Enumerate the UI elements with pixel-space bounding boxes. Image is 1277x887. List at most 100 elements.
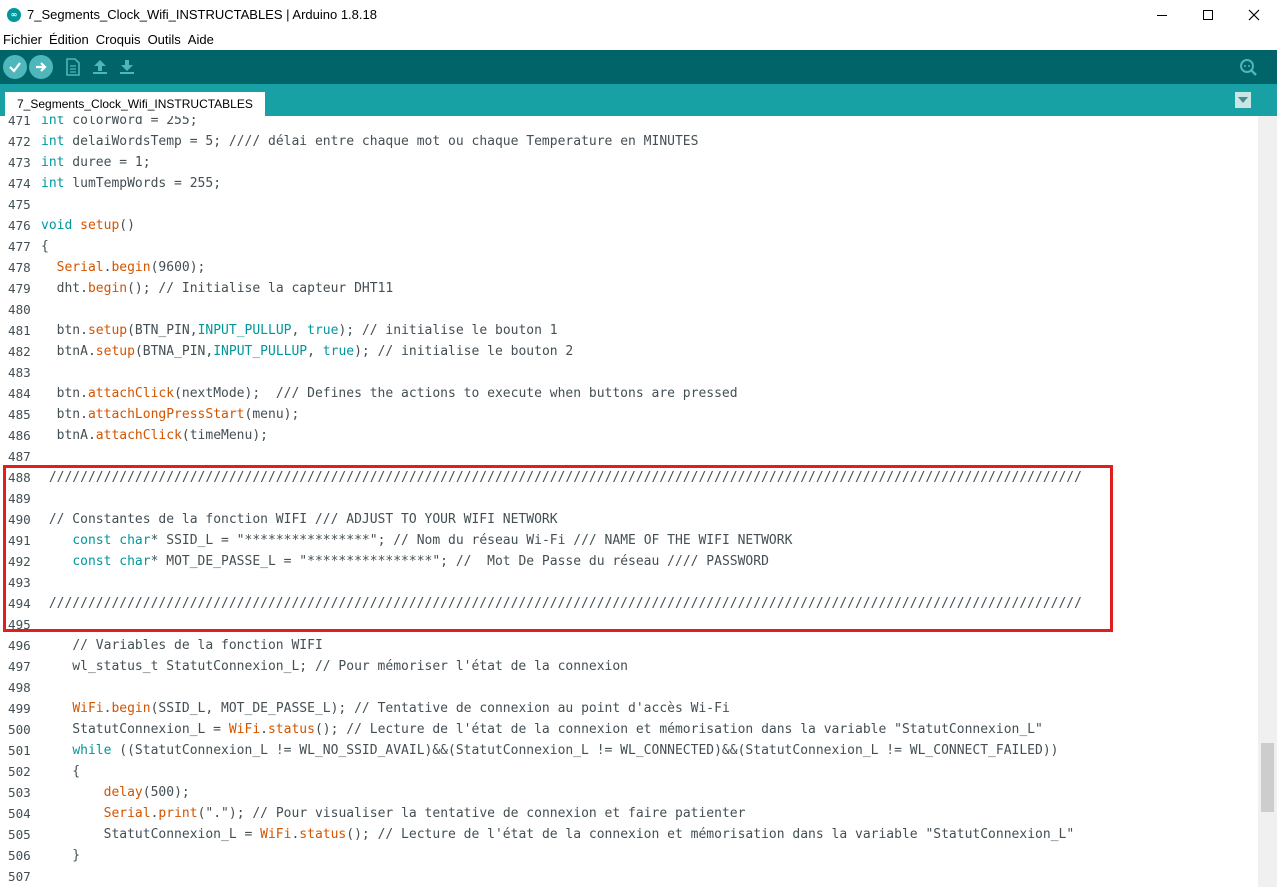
code-text: int lumTempWords = 255; bbox=[41, 176, 222, 191]
line-number: 500 bbox=[8, 722, 31, 737]
serial-monitor-button[interactable] bbox=[1236, 55, 1260, 79]
line-number: 481 bbox=[8, 323, 31, 338]
code-line[interactable]: 499 WiFi.begin(SSID_L, MOT_DE_PASSE_L); … bbox=[0, 698, 1258, 719]
code-text: btn.setup(BTN_PIN,INPUT_PULLUP, true); /… bbox=[41, 323, 558, 338]
line-number: 504 bbox=[8, 806, 31, 821]
code-text: // Variables de la fonction WIFI bbox=[72, 638, 323, 653]
new-button[interactable] bbox=[61, 55, 85, 79]
code-line[interactable]: 485 btn.attachLongPressStart(menu); bbox=[0, 404, 1258, 425]
open-icon bbox=[93, 60, 107, 74]
menu-outils[interactable]: Outils bbox=[145, 30, 185, 50]
code-line[interactable]: 501 while ((StatutConnexion_L != WL_NO_S… bbox=[0, 740, 1258, 761]
line-number: 496 bbox=[8, 638, 31, 653]
code-line[interactable]: 473 int duree = 1; bbox=[0, 152, 1258, 173]
arduino-logo-icon: ∞ bbox=[7, 8, 21, 22]
toolbar bbox=[0, 50, 1277, 84]
line-number: 499 bbox=[8, 701, 31, 716]
tab-bar: 7_Segments_Clock_Wifi_INSTRUCTABLES bbox=[0, 84, 1277, 116]
line-number: 478 bbox=[8, 260, 31, 275]
code-text: { bbox=[41, 764, 81, 779]
code-line[interactable]: 496 // Variables de la fonction WIFI bbox=[0, 635, 1258, 656]
save-icon bbox=[120, 60, 134, 74]
line-number: 476 bbox=[8, 218, 31, 233]
code-line[interactable]: 487 bbox=[0, 446, 1258, 467]
code-text: WiFi.begin(SSID_L, MOT_DE_PASSE_L); // T… bbox=[72, 701, 730, 716]
close-icon bbox=[1248, 9, 1260, 21]
code-line[interactable]: 474 int lumTempWords = 255; bbox=[0, 173, 1258, 194]
line-number: 501 bbox=[8, 743, 31, 758]
code-text: int colorWord = 255; bbox=[41, 116, 198, 128]
code-text: { bbox=[41, 239, 49, 254]
line-number: 485 bbox=[8, 407, 31, 422]
code-line[interactable]: 503 delay(500); bbox=[0, 782, 1258, 803]
serial-monitor-icon bbox=[1240, 59, 1257, 76]
code-line[interactable]: 472 int delaiWordsTemp = 5; //// délai en… bbox=[0, 131, 1258, 152]
tab-menu-button[interactable] bbox=[1235, 92, 1251, 108]
line-number: 483 bbox=[8, 365, 31, 380]
minimize-icon bbox=[1157, 14, 1167, 16]
code-text: int duree = 1; bbox=[41, 155, 151, 170]
code-line[interactable]: 498 bbox=[0, 677, 1258, 698]
code-text: Serial.print("."); // Pour visualiser la… bbox=[103, 806, 746, 821]
line-number: 472 bbox=[8, 134, 31, 149]
code-line[interactable]: 507 bbox=[0, 866, 1258, 887]
menu-croquis[interactable]: Croquis bbox=[93, 30, 145, 50]
code-text: StatutConnexion_L = WiFi.status(); // Le… bbox=[41, 722, 1043, 737]
line-number: 479 bbox=[8, 281, 31, 296]
line-number: 473 bbox=[8, 155, 31, 170]
maximize-icon bbox=[1203, 10, 1213, 20]
close-button[interactable] bbox=[1231, 0, 1277, 30]
save-button[interactable] bbox=[115, 55, 139, 79]
maximize-button[interactable] bbox=[1185, 0, 1231, 30]
code-text: btn.attachLongPressStart(menu); bbox=[41, 407, 300, 422]
code-line[interactable]: 484 btn.attachClick(nextMode); /// Defin… bbox=[0, 383, 1258, 404]
line-number: 477 bbox=[8, 239, 31, 254]
new-icon bbox=[66, 58, 80, 76]
line-number: 474 bbox=[8, 176, 31, 191]
verify-icon bbox=[9, 62, 21, 73]
code-line[interactable]: 478 Serial.begin(9600); bbox=[0, 257, 1258, 278]
scrollbar-thumb[interactable] bbox=[1261, 743, 1274, 812]
code-line[interactable]: 475 bbox=[0, 194, 1258, 215]
code-line[interactable]: 505 StatutConnexion_L = WiFi.status(); /… bbox=[0, 824, 1258, 845]
upload-button[interactable] bbox=[29, 55, 53, 79]
menu-edition[interactable]: Édition bbox=[46, 30, 93, 50]
code-line[interactable]: 497 wl_status_t StatutConnexion_L; // Po… bbox=[0, 656, 1258, 677]
window-title: 7_Segments_Clock_Wifi_INSTRUCTABLES | Ar… bbox=[27, 7, 377, 22]
code-text: dht.begin(); // Initialise la capteur DH… bbox=[41, 281, 394, 296]
code-text: while ((StatutConnexion_L != WL_NO_SSID_… bbox=[72, 743, 1059, 758]
code-text: StatutConnexion_L = WiFi.status(); // Le… bbox=[41, 827, 1075, 842]
line-number: 507 bbox=[8, 869, 31, 884]
minimize-button[interactable] bbox=[1139, 0, 1185, 30]
code-line[interactable]: 482 btnA.setup(BTNA_PIN,INPUT_PULLUP, tr… bbox=[0, 341, 1258, 362]
line-number: 497 bbox=[8, 659, 31, 674]
code-line[interactable]: 506 } bbox=[0, 845, 1258, 866]
tab-sketch[interactable]: 7_Segments_Clock_Wifi_INSTRUCTABLES bbox=[5, 92, 265, 116]
code-line[interactable]: 477 { bbox=[0, 236, 1258, 257]
line-number: 486 bbox=[8, 428, 31, 443]
code-line[interactable]: 481 btn.setup(BTN_PIN,INPUT_PULLUP, true… bbox=[0, 320, 1258, 341]
code-line[interactable]: 486 btnA.attachClick(timeMenu); bbox=[0, 425, 1258, 446]
code-text: wl_status_t StatutConnexion_L; // Pour m… bbox=[41, 659, 629, 674]
code-line[interactable]: 504 Serial.print("."); // Pour visualise… bbox=[0, 803, 1258, 824]
code-line[interactable]: 476 void setup() bbox=[0, 215, 1258, 236]
verify-button[interactable] bbox=[3, 55, 27, 79]
code-line[interactable]: 471 int colorWord = 255; bbox=[0, 116, 1258, 131]
code-line[interactable]: 483 bbox=[0, 362, 1258, 383]
code-text: Serial.begin(9600); bbox=[56, 260, 206, 275]
line-number: 484 bbox=[8, 386, 31, 401]
code-line[interactable]: 479 dht.begin(); // Initialise la capteu… bbox=[0, 278, 1258, 299]
code-line[interactable]: 480 bbox=[0, 299, 1258, 320]
menu-aide[interactable]: Aide bbox=[185, 30, 218, 50]
code-line[interactable]: 500 StatutConnexion_L = WiFi.status(); /… bbox=[0, 719, 1258, 740]
open-button[interactable] bbox=[88, 55, 112, 79]
line-number: 505 bbox=[8, 827, 31, 842]
line-number: 503 bbox=[8, 785, 31, 800]
code-text: int delaiWordsTemp = 5; //// délai entre… bbox=[41, 134, 699, 149]
code-line[interactable]: 502 { bbox=[0, 761, 1258, 782]
code-text: btnA.setup(BTNA_PIN,INPUT_PULLUP, true);… bbox=[41, 344, 574, 359]
upload-icon bbox=[36, 62, 47, 72]
code-text: btnA.attachClick(timeMenu); bbox=[41, 428, 268, 443]
menu-fichier[interactable]: Fichier bbox=[0, 30, 46, 50]
menu-bar: Fichier Édition Croquis Outils Aide bbox=[0, 30, 1277, 50]
